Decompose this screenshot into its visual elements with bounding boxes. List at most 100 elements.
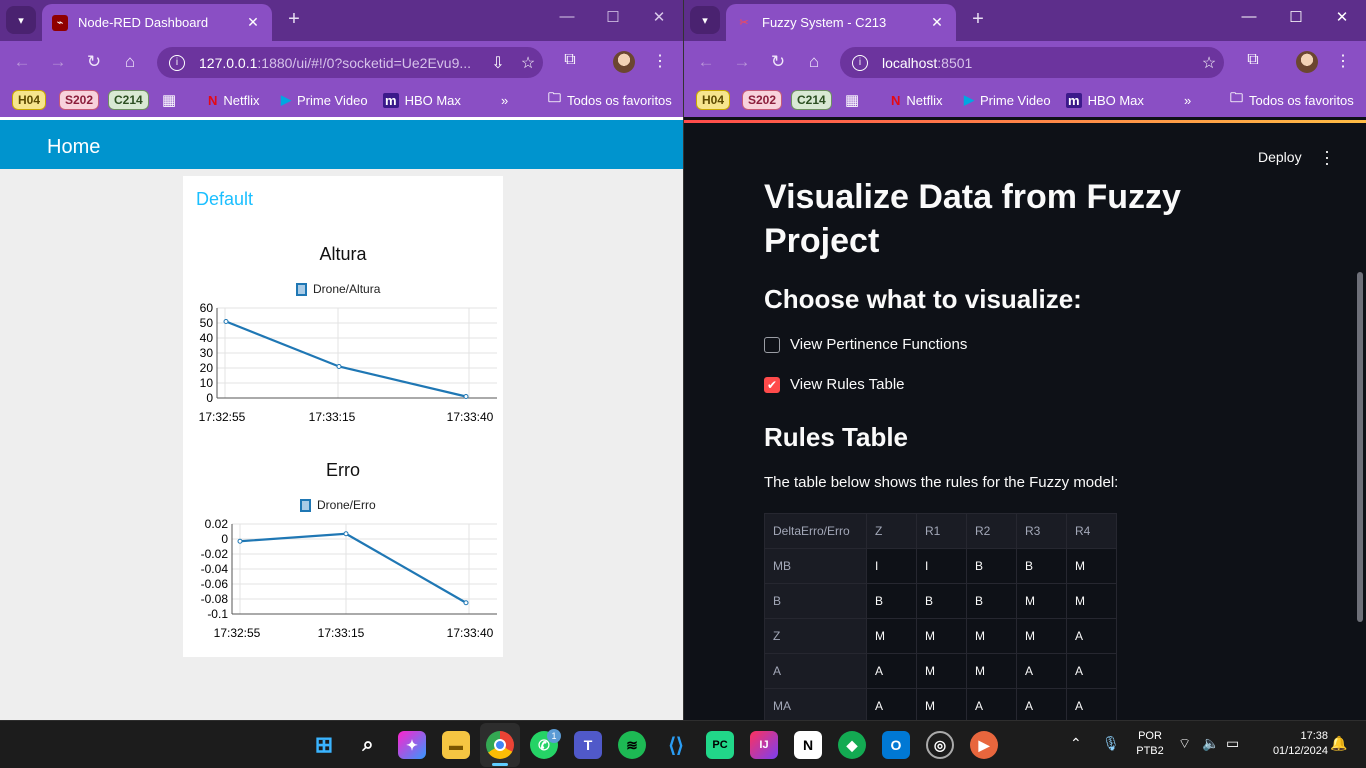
table-cell[interactable]: A [1016, 688, 1067, 724]
checkbox-checked-icon[interactable]: ✔ [764, 376, 780, 393]
table-cell[interactable]: B [966, 583, 1017, 619]
data-point[interactable] [463, 600, 469, 606]
clock[interactable]: 17:38 01/12/2024 [1258, 730, 1328, 757]
outlook-icon[interactable]: O [882, 731, 910, 759]
table-cell[interactable]: A [1016, 653, 1067, 689]
column-header-r3[interactable]: R3 [1016, 513, 1067, 549]
table-cell[interactable]: B [966, 548, 1017, 584]
address-bar[interactable]: i localhost:8501 ☆ [840, 47, 1224, 78]
table-cell[interactable]: M [1066, 548, 1117, 584]
tray-overflow-icon[interactable]: ⌃ [1070, 735, 1082, 752]
checkbox-pertinence-functions[interactable]: View Pertinence Functions [764, 336, 967, 353]
table-cell[interactable]: I [866, 548, 917, 584]
tab-fuzzy-system[interactable]: ✂ Fuzzy System - C213 ✕ [726, 4, 956, 41]
row-index-cell[interactable]: Z [764, 618, 867, 654]
battery-icon[interactable]: ▭ [1226, 735, 1239, 752]
table-cell[interactable]: B [1016, 548, 1067, 584]
data-point[interactable] [237, 538, 243, 544]
bookmark-prime-video[interactable]: ▶ Prime Video [964, 89, 1051, 111]
bookmark-netflix[interactable]: N Netflix [891, 89, 943, 111]
table-cell[interactable]: M [1016, 583, 1067, 619]
bookmark-s202[interactable]: S202 [742, 89, 783, 111]
bookmark-h04[interactable]: H04 [696, 89, 731, 111]
pycharm-icon[interactable]: PC [706, 731, 734, 759]
column-header-z[interactable]: Z [866, 513, 917, 549]
new-tab-button[interactable]: + [966, 8, 990, 31]
bookmarks-bar: H04 S202 C214 ▦ N Netflix ▶ Prime Video mH… [684, 83, 1366, 117]
table-cell[interactable]: B [866, 583, 917, 619]
search-icon[interactable]: ⌕ [354, 731, 382, 759]
extensions-icon[interactable]: ⧉ [1241, 51, 1265, 69]
table-cell[interactable]: A [1066, 653, 1117, 689]
row-index-cell[interactable]: A [764, 653, 867, 689]
bookmarks-overflow-button[interactable]: » [1184, 89, 1191, 111]
spotify-icon[interactable]: ≋ [618, 731, 646, 759]
y-tick-label: 0.02 [205, 517, 229, 531]
table-row: ZMMMMA [764, 618, 1117, 654]
profile-avatar[interactable] [1296, 51, 1318, 73]
teams-icon[interactable]: T [574, 731, 602, 759]
column-header-r1[interactable]: R1 [916, 513, 967, 549]
table-cell[interactable]: M [916, 688, 967, 724]
table-cell[interactable]: M [866, 618, 917, 654]
chrome-icon[interactable] [486, 731, 514, 759]
table-cell[interactable]: A [1066, 618, 1117, 654]
media-player-icon[interactable]: ▶ [970, 731, 998, 759]
wifi-icon[interactable]: ⌔ [1178, 735, 1191, 753]
main-menu-icon[interactable]: · · · [1322, 142, 1332, 172]
site-info-icon[interactable]: i [852, 54, 868, 71]
home-icon[interactable]: ⌂ [802, 50, 826, 74]
bookmark-star-icon[interactable]: ☆ [1194, 53, 1224, 73]
back-icon[interactable]: ← [694, 50, 718, 74]
table-cell[interactable]: M [916, 618, 967, 654]
rules-dataframe[interactable]: DeltaErro/Erro Z R1 R2 R3 R4 MB I I B B M B B B B M M Z M M… [764, 513, 1117, 724]
forward-icon[interactable]: → [730, 50, 754, 74]
intellij-icon[interactable]: IJ [750, 731, 778, 759]
volume-icon[interactable]: 🔈 [1202, 735, 1219, 752]
table-cell[interactable]: A [866, 653, 917, 689]
minimize-button[interactable]: — [1234, 8, 1264, 25]
table-cell[interactable]: I [916, 548, 967, 584]
column-header-r2[interactable]: R2 [966, 513, 1017, 549]
erro-line-chart[interactable]: 0.020-0.02-0.04-0.06-0.08-0.1 17:32:55 17:… [0, 0, 683, 720]
table-cell[interactable]: A [966, 688, 1017, 724]
row-index-cell[interactable]: MB [764, 548, 867, 584]
reload-icon[interactable]: ↻ [766, 50, 790, 74]
bookmark-hbo-max[interactable]: m HBO Max [1066, 89, 1144, 111]
tab-search-button[interactable]: ▾ [690, 6, 720, 34]
table-cell[interactable]: M [966, 653, 1017, 689]
table-cell[interactable]: A [1066, 688, 1117, 724]
scrollbar-thumb[interactable] [1357, 272, 1363, 622]
table-cell[interactable]: M [1066, 583, 1117, 619]
windows-start-icon[interactable]: ⊞ [310, 731, 338, 759]
table-cell[interactable]: M [966, 618, 1017, 654]
checkbox-rules-table[interactable]: ✔ View Rules Table [764, 376, 905, 393]
menu-dots-icon[interactable]: ⋮ [1331, 51, 1355, 71]
mongodb-compass-icon[interactable]: ◆ [838, 731, 866, 759]
notifications-icon[interactable]: 🔔 [1330, 735, 1347, 752]
input-language[interactable]: POR PTB2 [1134, 730, 1166, 757]
table-cell[interactable]: M [916, 653, 967, 689]
table-cell[interactable]: M [1016, 618, 1067, 654]
checkbox-unchecked-icon[interactable] [764, 336, 780, 353]
data-point[interactable] [343, 531, 349, 537]
notion-icon[interactable]: N [794, 731, 822, 759]
file-explorer-icon[interactable]: ▬ [442, 731, 470, 759]
vscode-icon[interactable]: ⟨⟩ [662, 731, 690, 759]
close-window-button[interactable]: ✕ [1327, 8, 1357, 26]
apps-grid-icon[interactable]: ▦ [845, 89, 859, 111]
row-index-cell[interactable]: MA [764, 688, 867, 724]
deploy-button[interactable]: Deploy [1258, 149, 1302, 165]
row-index-cell[interactable]: B [764, 583, 867, 619]
copilot-icon[interactable]: ✦ [398, 731, 426, 759]
microphone-icon[interactable]: 🎙 [1102, 735, 1120, 752]
maximize-button[interactable]: ☐ [1281, 8, 1311, 26]
bookmark-c214[interactable]: C214 [791, 89, 832, 111]
close-tab-icon[interactable]: ✕ [928, 14, 946, 31]
column-header-r4[interactable]: R4 [1066, 513, 1117, 549]
table-cell[interactable]: A [866, 688, 917, 724]
obs-icon[interactable]: ◎ [926, 731, 954, 759]
column-header-deltaerro-erro[interactable]: DeltaErro/Erro [764, 513, 867, 549]
table-cell[interactable]: B [916, 583, 967, 619]
bookmark-all-favorites[interactable]: 🗀 Todos os favoritos [1230, 89, 1354, 111]
